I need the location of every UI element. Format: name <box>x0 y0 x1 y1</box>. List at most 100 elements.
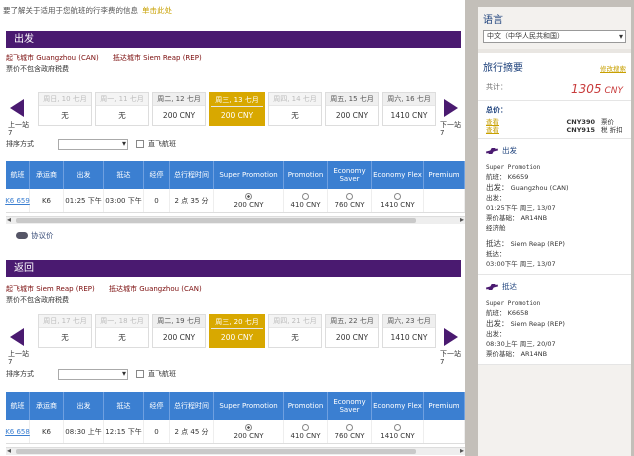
depart-city-label: 出发： <box>486 183 509 192</box>
tax-amount: CNY915 <box>566 126 596 134</box>
depart-city-value: Siem Reap (REP) <box>510 320 565 328</box>
fare-option[interactable]: 200 CNY <box>214 189 284 212</box>
agreement-price[interactable]: 协议价 <box>16 230 54 241</box>
scrollbar-thumb[interactable] <box>16 218 416 223</box>
inbound-leg-summary: 抵达 Super Promotion 航班： K6658 出发： Siem Re… <box>478 275 631 365</box>
outbound-sort-select[interactable] <box>58 138 128 150</box>
date-option[interactable]: 周六, 16 七月 1410 CNY <box>382 92 436 126</box>
fare-option[interactable]: 410 CNY <box>284 420 328 443</box>
outbound-prev-week-arrow-icon[interactable] <box>8 99 28 117</box>
inbound-route: 起飞城市 Siem Reap (REP) 抵达城市 Guangzhou (CAN… <box>6 284 214 294</box>
date-option-price: 200 CNY <box>211 329 263 346</box>
fare-option[interactable]: 200 CNY <box>214 420 284 443</box>
inbound-prev-week-arrow-icon[interactable] <box>8 328 28 346</box>
date-option[interactable]: 周三, 20 七月 200 CNY <box>209 314 265 348</box>
table-header-cell: Super Promotion <box>214 161 284 189</box>
inbound-direct-checkbox[interactable] <box>136 370 144 378</box>
depart-time: 08:30 上午 <box>64 420 104 443</box>
arrive-city-value: Siem Reap (REP) <box>510 240 565 248</box>
baggage-notice-link[interactable]: 单击此处 <box>142 6 172 15</box>
scrollbar-thumb[interactable] <box>16 449 416 454</box>
fare-radio[interactable] <box>394 192 401 200</box>
trip-summary: 旅行摘要 修改搜索 共计： 1305 CNY 总价： 查看 CNY390 票价 查… <box>478 49 631 365</box>
outbound-depart-city-line: 出发： Guangzhou (CAN) <box>486 183 623 193</box>
table-header-cell: 总行程时间 <box>170 161 214 189</box>
date-option[interactable]: 周五, 15 七月 200 CNY <box>325 92 379 126</box>
table-header-cell: Economy Flex <box>372 161 424 189</box>
stops: 0 <box>144 420 170 443</box>
outbound-table-scrollbar[interactable] <box>6 215 465 224</box>
outbound-prev-week-label[interactable]: 上一站 7 <box>8 121 30 137</box>
table-header-cell: Promotion <box>284 392 328 420</box>
table-header-cell: 航班 <box>6 392 30 420</box>
date-option-label: 周二, 12 七月 <box>153 93 205 106</box>
outbound-destination: 抵达城市 Siem Reap (REP) <box>112 54 202 62</box>
view-fare-link[interactable]: 查看 <box>486 118 522 126</box>
fare-radio[interactable] <box>346 423 353 431</box>
date-option[interactable]: 周五, 22 七月 200 CNY <box>325 314 379 348</box>
view-tax-link[interactable]: 查看 <box>486 126 522 134</box>
fare-option[interactable]: 760 CNY <box>328 189 372 212</box>
tax-desc: 税 折扣 <box>601 126 623 134</box>
fare-radio[interactable] <box>302 423 309 431</box>
inbound-sort-row: 排序方式 直飞航班 <box>6 368 176 380</box>
fare-option[interactable]: 1410 CNY <box>372 189 424 212</box>
date-option[interactable]: 周二, 19 七月 200 CNY <box>152 314 206 348</box>
date-option-label: 周日, 10 七月 <box>39 93 91 106</box>
date-option-price: 无 <box>118 111 126 120</box>
flight-number[interactable]: K6 658 <box>5 420 30 443</box>
agreement-label: 协议价 <box>31 231 54 240</box>
price-row: 查看 CNY915 税 折扣 <box>486 126 623 134</box>
fare-radio[interactable] <box>346 192 353 200</box>
arrive-time-label: 抵达： <box>486 250 506 258</box>
fare-option[interactable]: 760 CNY <box>328 420 372 443</box>
fare-option[interactable]: 1410 CNY <box>372 420 424 443</box>
depart-city-label: 出发： <box>486 319 509 328</box>
fare-radio[interactable] <box>245 423 252 431</box>
premium-cell <box>424 420 465 443</box>
inbound-next-week-label[interactable]: 下一站 7 <box>440 350 462 366</box>
inbound-table-scrollbar[interactable] <box>6 446 465 455</box>
outbound-next-week-arrow-icon[interactable] <box>440 99 460 117</box>
outbound-direct-checkbox[interactable] <box>136 140 144 148</box>
inbound-next-week-arrow-icon[interactable] <box>440 328 460 346</box>
date-option-price: 200 CNY <box>335 333 369 342</box>
date-option-label: 周一, 18 七月 <box>96 315 148 328</box>
date-option: 周一, 11 七月无 <box>95 92 149 126</box>
table-header-cell: Super Promotion <box>214 392 284 420</box>
total-price: 1305 CNY <box>571 82 623 96</box>
fare-option[interactable]: 410 CNY <box>284 189 328 212</box>
date-option-label: 周三, 20 七月 <box>211 316 263 329</box>
total-value: 1305 <box>570 82 602 96</box>
date-option-price: 无 <box>118 333 126 342</box>
outbound-flight-no: 航班： K6659 <box>486 173 529 181</box>
arrive-time: 12:15 下午 <box>104 420 144 443</box>
table-header-cell: 经停 <box>144 161 170 189</box>
inbound-origin: 起飞城市 Siem Reap (REP) <box>6 285 95 293</box>
total-currency: CNY <box>604 86 623 96</box>
outbound-next-week-label[interactable]: 下一站 7 <box>440 121 462 137</box>
outbound-flight-row: K6 659 K6 01:25 下午 03:00 下午 0 2 点 35 分 200 CNY… <box>5 189 465 213</box>
flight-number[interactable]: K6 659 <box>5 189 30 212</box>
date-option[interactable]: 周二, 12 七月 200 CNY <box>152 92 206 126</box>
outbound-leg-summary: 出发 Super Promotion 航班： K6659 出发： Guangzh… <box>478 139 631 275</box>
date-option[interactable]: 周六, 23 七月 1410 CNY <box>382 314 436 348</box>
fare-radio[interactable] <box>245 192 252 200</box>
date-option-label: 周日, 17 七月 <box>39 315 91 328</box>
outbound-arrive-time: 03:00下午 周三, 13/07 <box>486 260 556 268</box>
language-select[interactable]: 中文（中华人民共和国） <box>483 30 626 43</box>
inbound-prev-week-label[interactable]: 上一站 7 <box>8 350 30 366</box>
fare-radio[interactable] <box>302 192 309 200</box>
fare-radio[interactable] <box>394 423 401 431</box>
date-option[interactable]: 周三, 13 七月 200 CNY <box>209 92 265 126</box>
fare-price: 200 CNY <box>233 431 264 440</box>
date-option-price: 无 <box>291 333 299 342</box>
modify-search-link[interactable]: 修改搜索 <box>600 63 626 73</box>
depart-city-value: Guangzhou (CAN) <box>510 184 569 192</box>
fare-basis-label: 票价基础： <box>486 214 519 222</box>
outbound-section-title: 出发 <box>6 31 461 48</box>
table-header-cell: 承运商 <box>30 161 64 189</box>
date-option-price: 1410 CNY <box>390 111 428 120</box>
date-option-label: 周三, 13 七月 <box>211 94 263 107</box>
inbound-sort-select[interactable] <box>58 368 128 380</box>
